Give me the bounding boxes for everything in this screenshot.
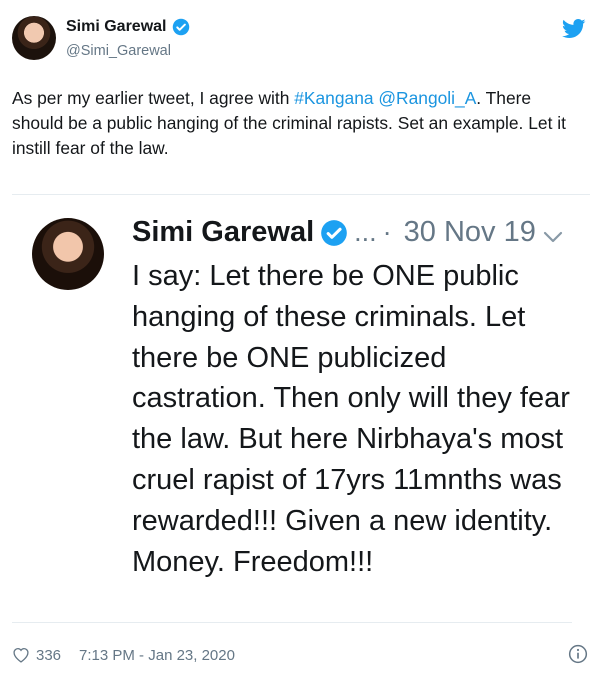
quoted-separator: · — [382, 217, 392, 247]
tweet-footer: 336 7:13 PM - Jan 23, 2020 — [12, 644, 590, 666]
tweet-text: As per my earlier tweet, I agree with #K… — [12, 86, 582, 161]
author-handle[interactable]: @Simi_Garewal — [66, 43, 171, 59]
cropped-previous-line — [12, 180, 590, 195]
quoted-tweet-body: I say: Let there be ONE public hanging o… — [132, 260, 570, 578]
mention-link[interactable]: @Rangoli_A — [378, 88, 476, 108]
quoted-tweet-card[interactable]: Simi Garewal ... · 30 Nov 19 I say: Let … — [12, 180, 590, 624]
like-count[interactable]: 336 — [36, 647, 61, 664]
author-name-row[interactable]: Simi Garewal — [66, 18, 190, 36]
info-icon[interactable] — [568, 644, 588, 664]
heart-icon[interactable] — [12, 647, 30, 663]
chevron-down-icon — [543, 231, 563, 243]
quoted-date: 30 Nov 19 — [403, 216, 536, 248]
quoted-verified-badge-icon — [321, 219, 347, 246]
verified-badge-icon — [172, 18, 189, 36]
quoted-tweet-header: Simi Garewal ... · 30 Nov 19 — [132, 216, 536, 249]
author-display-name[interactable]: Simi Garewal — [66, 18, 167, 36]
hashtag-link[interactable]: #Kangana — [294, 88, 373, 108]
quoted-handle-truncated: ... — [354, 217, 377, 247]
quoted-tweet-divider — [12, 622, 572, 623]
tweet-text-start: As per my earlier tweet, I agree with — [12, 88, 295, 108]
author-avatar[interactable] — [12, 16, 56, 60]
quoted-author-avatar — [32, 218, 104, 290]
tweet-timestamp[interactable]: 7:13 PM - Jan 23, 2020 — [79, 647, 235, 664]
quoted-display-name: Simi Garewal — [132, 216, 315, 248]
twitter-bird-icon[interactable] — [562, 18, 586, 40]
